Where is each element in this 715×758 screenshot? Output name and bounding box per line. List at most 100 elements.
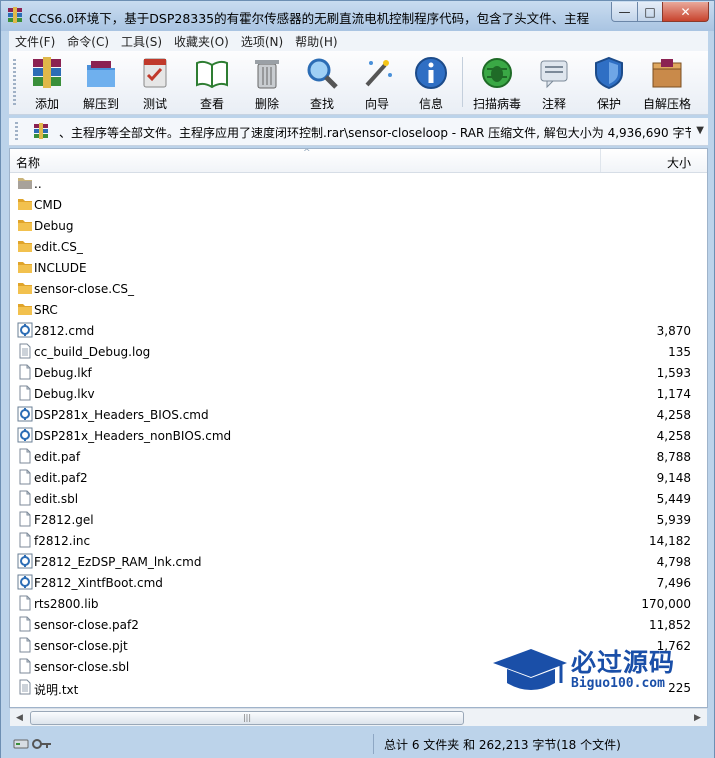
file-name: INCLUDE — [34, 261, 87, 275]
file-size: 4,258 — [656, 408, 691, 422]
add-label: 添加 — [34, 97, 59, 111]
protect-label: 保护 — [596, 97, 621, 111]
status-drive-key-icon[interactable] — [13, 736, 53, 752]
address-path: 、主程序等全部文件。主程序应用了速度闭环控制.rar\sensor-closel… — [59, 126, 691, 140]
winrar-window: CCS6.0环境下，基于DSP28335的有霍尔传感器的无刷直流电机控制程序代码… — [0, 0, 715, 758]
address-dropdown-icon[interactable]: ▼ — [696, 125, 704, 136]
file-row[interactable]: Debug — [10, 215, 707, 236]
cmd-file-icon — [17, 406, 33, 422]
info-button[interactable]: 信息 — [403, 55, 459, 111]
file-row[interactable]: rts2800.lib 170,000 — [10, 593, 707, 614]
minimize-button[interactable]: — — [611, 2, 638, 22]
virus-scan-button[interactable]: 扫描病毒 — [469, 55, 525, 111]
wizard-button[interactable]: 向导 — [349, 55, 405, 111]
parent-folder-icon — [17, 175, 33, 191]
comment-button[interactable]: 注释 — [526, 55, 582, 111]
window-title: CCS6.0环境下，基于DSP28335的有霍尔传感器的无刷直流电机控制程序代码… — [29, 11, 589, 26]
menu-tools[interactable]: 工具(S) — [115, 33, 168, 50]
file-row[interactable]: cc_build_Debug.log 135 — [10, 341, 707, 362]
file-row[interactable]: SRC — [10, 299, 707, 320]
file-row[interactable]: Debug.lkf 1,593 — [10, 362, 707, 383]
menu-favorites[interactable]: 收藏夹(O) — [168, 33, 235, 50]
file-row[interactable]: CMD — [10, 194, 707, 215]
info-icon — [415, 57, 447, 89]
view-label: 查看 — [199, 97, 224, 111]
file-icon — [17, 469, 33, 485]
file-size: 9,148 — [656, 471, 691, 485]
menu-options[interactable]: 选项(N) — [235, 33, 289, 50]
file-row[interactable]: 2812.cmd 3,870 — [10, 320, 707, 341]
column-size[interactable]: 大小 — [602, 149, 707, 172]
file-row[interactable]: f2812.inc 14,182 — [10, 530, 707, 551]
file-name: F2812.gel — [34, 513, 94, 527]
watermark-logo: 必过源码 Biguo100.com — [491, 643, 696, 701]
text-file-icon — [17, 343, 33, 359]
add-button[interactable]: 添加 — [19, 55, 75, 111]
address-bar[interactable]: 、主程序等全部文件。主程序应用了速度闭环控制.rar\sensor-closel… — [9, 118, 708, 146]
horizontal-scrollbar[interactable]: ◀ ||| ▶ — [10, 708, 707, 726]
file-row[interactable]: edit.paf 8,788 — [10, 446, 707, 467]
file-size: 5,449 — [656, 492, 691, 506]
test-button[interactable]: 测试 — [127, 55, 183, 111]
file-icon — [17, 364, 33, 380]
file-size: 4,798 — [656, 555, 691, 569]
find-label: 查找 — [309, 97, 334, 111]
scroll-right-icon[interactable]: ▶ — [689, 710, 706, 726]
file-row[interactable]: sensor-close.paf2 11,852 — [10, 614, 707, 635]
menu-bar: 文件(F) 命令(C) 工具(S) 收藏夹(O) 选项(N) 帮助(H) — [9, 31, 708, 51]
file-name: rts2800.lib — [34, 597, 99, 611]
file-icon — [17, 616, 33, 632]
find-button[interactable]: 查找 — [294, 55, 350, 111]
watermark-cn: 必过源码 — [571, 648, 676, 677]
cmd-file-icon — [17, 427, 33, 443]
toolbar-grip[interactable] — [13, 59, 16, 107]
close-button[interactable]: ✕ — [662, 2, 709, 22]
virus-scan-icon — [482, 58, 512, 88]
file-row[interactable]: edit.CS_ — [10, 236, 707, 257]
file-size: 8,788 — [656, 450, 691, 464]
file-row[interactable]: INCLUDE — [10, 257, 707, 278]
file-name: 说明.txt — [34, 683, 79, 697]
file-row[interactable]: F2812.gel 5,939 — [10, 509, 707, 530]
status-bar: 总计 6 文件夹 和 262,213 字节(18 个文件) — [1, 730, 714, 758]
cmd-file-icon — [17, 574, 33, 590]
file-list[interactable]: 名称 ^ 大小 .. CMD Debug edit.CS_ INCLUDE sensor-… — [9, 148, 708, 708]
status-divider — [373, 734, 374, 754]
file-row[interactable]: F2812_EzDSP_RAM_lnk.cmd 4,798 — [10, 551, 707, 572]
file-row[interactable]: .. — [10, 173, 707, 194]
status-summary: 总计 6 文件夹 和 262,213 字节(18 个文件) — [384, 738, 621, 752]
menu-commands[interactable]: 命令(C) — [61, 33, 115, 50]
file-row[interactable]: sensor-close.CS_ — [10, 278, 707, 299]
file-row[interactable]: F2812_XintfBoot.cmd 7,496 — [10, 572, 707, 593]
file-icon — [17, 448, 33, 464]
menu-file[interactable]: 文件(F) — [9, 33, 61, 50]
file-name: cc_build_Debug.log — [34, 345, 151, 359]
file-name: Debug.lkf — [34, 366, 92, 380]
file-row[interactable]: edit.sbl 5,449 — [10, 488, 707, 509]
scroll-left-icon[interactable]: ◀ — [11, 710, 28, 726]
file-name: f2812.inc — [34, 534, 91, 548]
extract-to-button[interactable]: 解压到 — [73, 55, 129, 111]
address-grip[interactable] — [15, 122, 18, 142]
file-row[interactable]: edit.paf2 9,148 — [10, 467, 707, 488]
file-name: edit.paf2 — [34, 471, 88, 485]
scroll-thumb[interactable]: ||| — [30, 711, 464, 725]
sfx-button[interactable]: 自解压格 — [639, 55, 695, 111]
title-bar[interactable]: CCS6.0环境下，基于DSP28335的有霍尔传感器的无刷直流电机控制程序代码… — [1, 1, 714, 31]
sort-arrow-icon: ^ — [303, 148, 311, 158]
file-row[interactable]: Debug.lkv 1,174 — [10, 383, 707, 404]
file-row[interactable]: DSP281x_Headers_BIOS.cmd 4,258 — [10, 404, 707, 425]
info-label: 信息 — [418, 97, 443, 111]
extract-to-icon — [87, 61, 115, 87]
column-name[interactable]: 名称 ^ — [10, 149, 601, 172]
file-size: 4,258 — [656, 429, 691, 443]
view-button[interactable]: 查看 — [184, 55, 240, 111]
maximize-button[interactable]: □ — [637, 2, 663, 22]
delete-button[interactable]: 删除 — [239, 55, 295, 111]
toolbar-separator — [462, 57, 463, 107]
file-name: edit.sbl — [34, 492, 79, 506]
protect-icon — [595, 56, 623, 90]
protect-button[interactable]: 保护 — [581, 55, 637, 111]
menu-help[interactable]: 帮助(H) — [289, 33, 343, 50]
file-row[interactable]: DSP281x_Headers_nonBIOS.cmd 4,258 — [10, 425, 707, 446]
